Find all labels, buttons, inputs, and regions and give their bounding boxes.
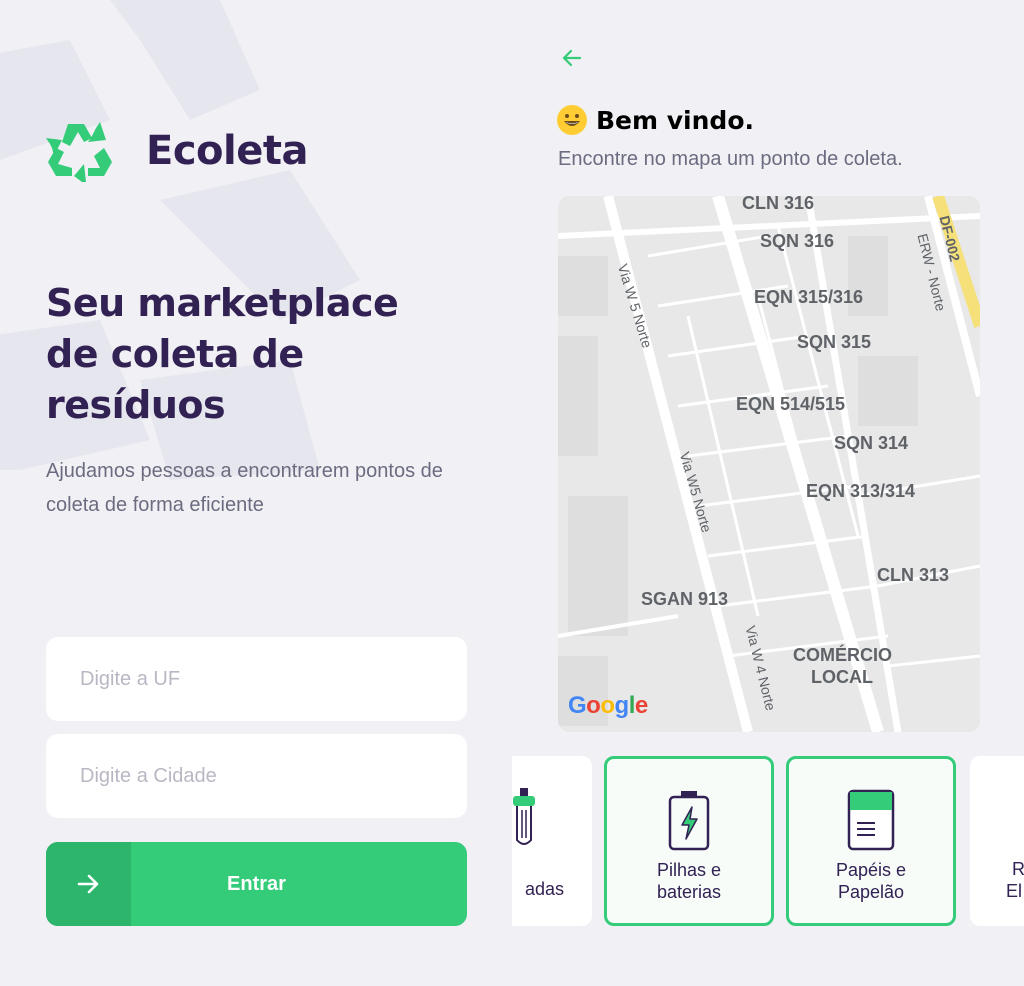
google-logo: Google bbox=[568, 692, 648, 719]
item-card-lamps[interactable]: adas bbox=[512, 756, 592, 926]
points-screen: Bem vindo. Encontre no mapa um ponto de … bbox=[512, 0, 1024, 986]
hero-description: Ajudamos pessoas a encontrarem pontos de… bbox=[46, 460, 443, 516]
uf-input[interactable] bbox=[46, 637, 467, 721]
welcome-title: Bem vindo. bbox=[596, 105, 754, 135]
map[interactable]: CLN 316 SQN 316 EQN 315/316 SQN 315 EQN … bbox=[558, 196, 980, 732]
brand-name: Ecoleta bbox=[146, 128, 308, 174]
map-label: CLN 316 bbox=[742, 196, 815, 213]
arrow-right-icon bbox=[77, 874, 98, 894]
city-input[interactable] bbox=[46, 734, 467, 818]
map-label: EQN 313/314 bbox=[806, 481, 916, 501]
map-label: SGAN 913 bbox=[641, 589, 729, 609]
home-screen: Ecoleta Seu marketplace de coleta de res… bbox=[0, 0, 512, 986]
paper-icon bbox=[847, 789, 895, 851]
item-card-batteries[interactable]: Pilhas e baterias bbox=[604, 756, 774, 926]
map-label: EQN 315/316 bbox=[754, 287, 864, 307]
lamp-icon bbox=[513, 788, 535, 845]
item-label: Pilhas e bbox=[656, 860, 722, 880]
map-label: CLN 313 bbox=[877, 565, 950, 585]
map-label: SQN 314 bbox=[834, 433, 909, 453]
background-recycle-illustration bbox=[0, 0, 360, 480]
welcome-heading: Bem vindo. bbox=[556, 104, 754, 136]
smile-emoji-icon bbox=[557, 105, 587, 135]
recycle-logo-icon bbox=[46, 122, 112, 182]
battery-icon bbox=[668, 791, 710, 851]
arrow-left-icon[interactable] bbox=[558, 44, 586, 72]
item-label: R bbox=[1012, 859, 1024, 879]
item-label: Papéis e bbox=[835, 860, 907, 880]
logo: Ecoleta bbox=[44, 118, 308, 184]
item-label: baterias bbox=[656, 882, 722, 902]
map-label: EQN 514/515 bbox=[736, 394, 846, 414]
item-card-paper[interactable]: Papéis e Papelão bbox=[786, 756, 956, 926]
hero-title: Seu marketplace de coleta de resíduos bbox=[46, 281, 399, 427]
map-label: LOCAL bbox=[811, 667, 873, 687]
map-label: SQN 315 bbox=[797, 332, 872, 352]
map-label: COMÉRCIO bbox=[793, 645, 892, 665]
enter-icon-box bbox=[46, 842, 131, 926]
items-carousel[interactable]: adas Pilhas e baterias Papéis e Papelão … bbox=[512, 756, 1024, 926]
item-label: adas bbox=[524, 879, 564, 899]
item-card-electronics[interactable]: R El bbox=[970, 756, 1024, 926]
enter-button-label: Entrar bbox=[227, 872, 286, 895]
welcome-subtitle: Encontre no mapa um ponto de coleta. bbox=[558, 148, 903, 170]
item-label: Papelão bbox=[837, 882, 905, 902]
item-label: El bbox=[1006, 881, 1023, 901]
map-label: SQN 316 bbox=[760, 231, 835, 251]
enter-button[interactable]: Entrar bbox=[46, 842, 467, 926]
